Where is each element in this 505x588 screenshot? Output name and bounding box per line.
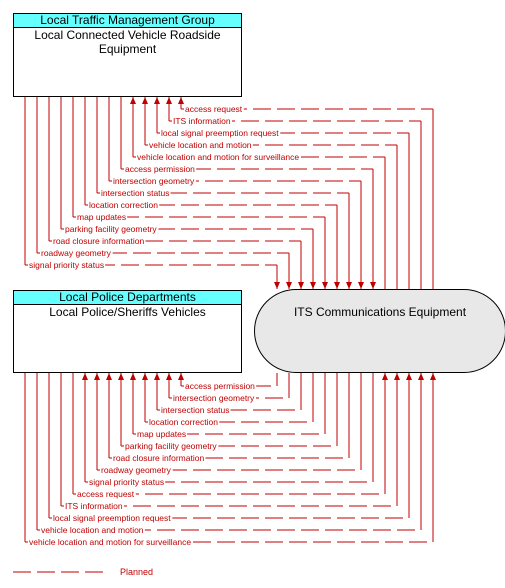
flow-label: parking facility geometry xyxy=(125,441,217,451)
flow-label: road closure information xyxy=(53,236,144,246)
flow-label: ITS information xyxy=(65,501,123,511)
flow-label: roadway geometry xyxy=(41,248,112,258)
flow-label: vehicle location and motion xyxy=(41,525,144,535)
flow-label: map updates xyxy=(77,212,126,222)
flow-label: map updates xyxy=(137,429,186,439)
flow-label: parking facility geometry xyxy=(65,224,157,234)
arrow-up-icon xyxy=(142,373,148,380)
arrow-up-icon xyxy=(166,373,172,380)
flow-label: vehicle location and motion for surveill… xyxy=(137,152,299,162)
flow-diagram: access request ITS information local signa… xyxy=(24,97,436,547)
flow-label: access request xyxy=(77,489,135,499)
legend-line xyxy=(13,571,103,573)
arrow-up-icon xyxy=(82,373,88,380)
arrow-down-icon xyxy=(334,282,340,289)
arrow-down-icon xyxy=(346,282,352,289)
flow-label: signal priority status xyxy=(89,477,164,487)
arrow-up-icon xyxy=(130,97,136,104)
flow-label: intersection geometry xyxy=(113,176,195,186)
flow-label: roadway geometry xyxy=(101,465,172,475)
flow-label: signal priority status xyxy=(29,260,104,270)
flow-label: vehicle location and motion xyxy=(149,140,252,150)
arrow-up-icon xyxy=(118,373,124,380)
arrow-down-icon xyxy=(298,282,304,289)
flow-label: access request xyxy=(185,104,243,114)
arrow-up-icon xyxy=(130,373,136,380)
flow-label: local signal preemption request xyxy=(53,513,171,523)
arrow-up-icon xyxy=(178,373,184,380)
arrow-up-icon xyxy=(406,373,412,380)
flow-label: access permission xyxy=(185,381,255,391)
arrow-up-icon xyxy=(154,373,160,380)
arrow-down-icon xyxy=(286,282,292,289)
arrow-up-icon xyxy=(430,373,436,380)
arrow-down-icon xyxy=(370,282,376,289)
flow-label: vehicle location and motion for surveill… xyxy=(29,537,191,547)
flow-label: local signal preemption request xyxy=(161,128,279,138)
arrow-up-icon xyxy=(394,373,400,380)
flow-label: access permission xyxy=(125,164,195,174)
flow-label: intersection geometry xyxy=(173,393,255,403)
flow-label: location correction xyxy=(149,417,218,427)
arrow-up-icon xyxy=(142,97,148,104)
arrow-up-icon xyxy=(154,97,160,104)
legend-label: Planned xyxy=(120,567,154,577)
arrow-down-icon xyxy=(274,282,280,289)
flow-label: intersection status xyxy=(101,188,170,198)
flow-label: location correction xyxy=(89,200,158,210)
arrow-up-icon xyxy=(166,97,172,104)
arrow-up-icon xyxy=(178,97,184,104)
arrow-up-icon xyxy=(94,373,100,380)
arrow-down-icon xyxy=(322,282,328,289)
flow-label: road closure information xyxy=(113,453,204,463)
flow-label: ITS information xyxy=(173,116,231,126)
arrow-down-icon xyxy=(358,282,364,289)
arrow-down-icon xyxy=(310,282,316,289)
arrow-up-icon xyxy=(418,373,424,380)
arrow-up-icon xyxy=(382,373,388,380)
arrow-up-icon xyxy=(106,373,112,380)
flow-label: intersection status xyxy=(161,405,230,415)
